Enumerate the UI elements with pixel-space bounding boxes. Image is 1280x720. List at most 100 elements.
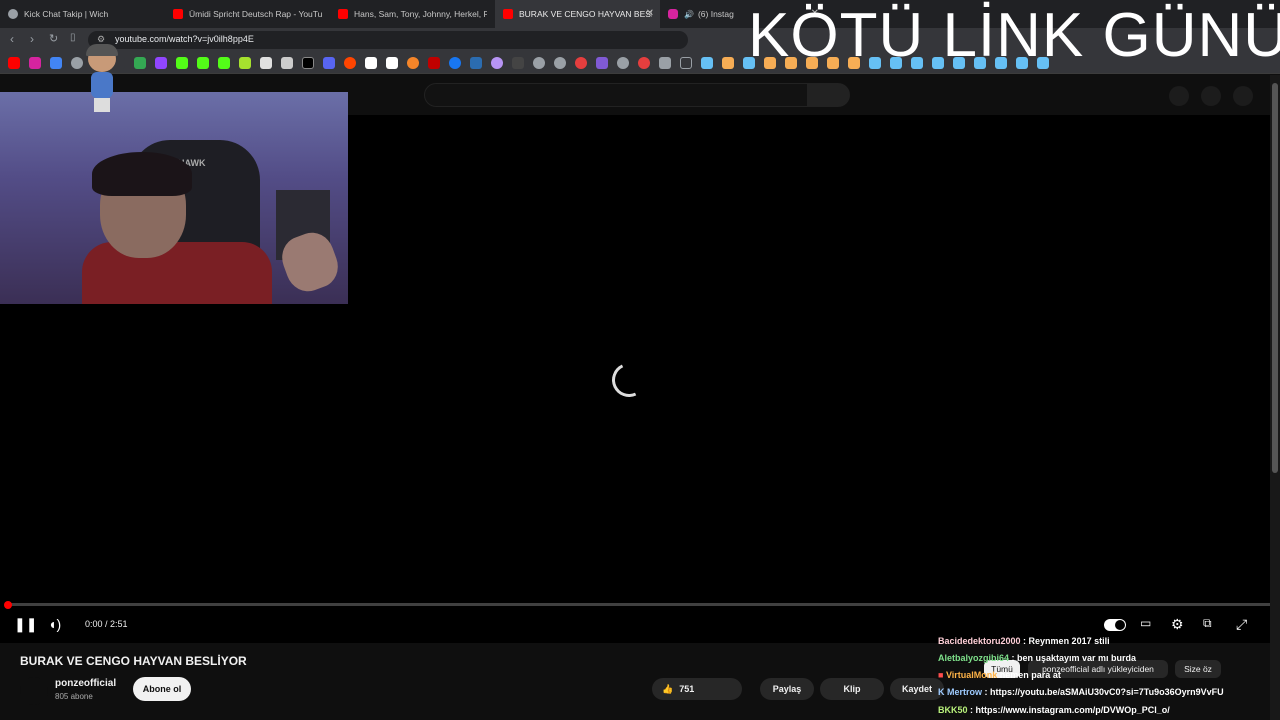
stream-overlay-title: KÖTÜ LİNK GÜNÜ <box>748 1 1280 70</box>
bookmark-item[interactable] <box>575 56 587 69</box>
bookmark-item[interactable] <box>596 56 608 69</box>
search-input[interactable] <box>424 83 808 107</box>
webcam-overlay: HAWK <box>0 92 348 304</box>
scrubber-handle[interactable] <box>4 601 12 609</box>
like-count: 751 <box>679 684 695 694</box>
bookmark-item[interactable] <box>365 56 377 69</box>
save-button[interactable]: Kaydet <box>890 678 944 700</box>
settings-gear-icon[interactable]: ⚙ <box>1171 616 1184 633</box>
avatar[interactable] <box>1233 86 1253 106</box>
time-display: 0:00 / 2:51 <box>85 619 128 629</box>
scrollbar-thumb[interactable] <box>1272 83 1278 473</box>
bookmark-item[interactable] <box>407 56 419 69</box>
bookmark-item[interactable] <box>386 56 398 69</box>
autoplay-toggle[interactable] <box>1104 619 1126 631</box>
loading-spinner-icon <box>607 358 651 402</box>
chat-text: https://youtu.be/aSMAiU30vC0?si=7Tu9o36O… <box>990 687 1224 697</box>
bookmark-item[interactable] <box>554 56 566 69</box>
scrollbar[interactable] <box>1270 75 1280 720</box>
notifications-icon[interactable] <box>1201 86 1221 106</box>
bookmark-item[interactable] <box>344 56 356 69</box>
browser-tab[interactable]: Ümidi Spricht Deutsch Rap - YouTube <box>165 0 330 28</box>
speaker-icon[interactable]: 🔊 <box>684 10 694 19</box>
bookmark-item[interactable] <box>659 56 671 69</box>
chat-message: Aletbalyozgibi64 : ben uşaktayım var mı … <box>938 653 1137 663</box>
subscribe-button[interactable]: Abone ol <box>133 677 191 701</box>
browser-tab[interactable]: Kick Chat Takip | Wich <box>0 0 165 28</box>
bookmark-item[interactable] <box>176 56 188 69</box>
chat-message: BKK50 : https://www.instagram.com/p/DVWO… <box>938 705 1170 715</box>
bookmark-icon[interactable]: ▯ <box>70 32 76 43</box>
close-tab-icon[interactable]: ✕ <box>646 8 654 19</box>
bookmark-item[interactable] <box>533 56 545 69</box>
chat-text: hemen para at <box>999 670 1061 680</box>
chat-message: Bacidedektoru2000 : Reynmen 2017 stili <box>938 636 1110 646</box>
chat-message: ■ VirtualMonk hemen para at <box>938 670 1061 680</box>
pause-icon[interactable]: ❚❚ <box>14 616 37 633</box>
bookmark-item[interactable] <box>71 56 83 69</box>
create-icon[interactable] <box>1169 86 1189 106</box>
kick-badge-icon: K <box>938 687 947 697</box>
bookmark-item[interactable] <box>512 56 524 69</box>
clip-button[interactable]: Klip <box>820 678 884 700</box>
bookmark-item[interactable] <box>218 56 230 69</box>
youtube-icon <box>173 9 183 19</box>
fullscreen-icon[interactable]: ⤢ <box>1236 616 1247 633</box>
tab-title: Hans, Sam, Tony, Johnny, Herkel, Fran <box>354 9 487 19</box>
address-bar[interactable]: ⚙ youtube.com/watch?v=jv0ilh8pp4E <box>88 31 688 49</box>
search-button[interactable] <box>808 83 850 107</box>
tab-title: BURAK VE CENGO HAYVAN BESL <box>519 9 652 19</box>
tab-title: Ümidi Spricht Deutsch Rap - YouTube <box>189 9 322 19</box>
chip-for-you[interactable]: Size öz <box>1175 660 1221 678</box>
bookmark-item[interactable] <box>491 56 503 69</box>
chat-username: Aletbalyozgibi64 <box>938 653 1010 663</box>
chat-username: Mertrow <box>947 687 983 697</box>
bookmark-item[interactable] <box>638 56 650 69</box>
reload-icon[interactable]: ↻ <box>49 32 58 45</box>
miniplayer-icon[interactable]: ⧉ <box>1203 616 1212 631</box>
streamer-hair <box>92 152 192 196</box>
chat-text: Reynmen 2017 stili <box>1028 636 1110 646</box>
url-text: youtube.com/watch?v=jv0ilh8pp4E <box>115 34 254 44</box>
chat-username: Bacidedektoru2000 <box>938 636 1021 646</box>
bookmark-item[interactable] <box>197 56 209 69</box>
chat-message: K Mertrow : https://youtu.be/aSMAiU30vC0… <box>938 687 1224 697</box>
bookmark-item[interactable] <box>323 56 335 69</box>
browser-tab[interactable]: Hans, Sam, Tony, Johnny, Herkel, Fran <box>330 0 495 28</box>
volume-icon[interactable]: ◖) <box>48 616 61 632</box>
browser-tab-active[interactable]: BURAK VE CENGO HAYVAN BESL ✕ <box>495 0 660 28</box>
channel-name[interactable]: ponzeofficial <box>55 678 116 689</box>
bookmark-item[interactable] <box>239 56 251 69</box>
bookmark-item[interactable] <box>722 56 734 69</box>
mascot-legs <box>94 98 110 112</box>
globe-icon <box>8 9 18 19</box>
chat-username: BKK50 <box>938 705 968 715</box>
bookmark-item[interactable] <box>134 56 146 69</box>
bookmark-item[interactable] <box>302 56 314 69</box>
bookmark-item[interactable] <box>29 56 41 69</box>
bookmark-item[interactable] <box>449 56 461 69</box>
forward-icon[interactable]: › <box>30 32 34 46</box>
bookmark-item[interactable] <box>701 56 713 69</box>
bookmark-item[interactable] <box>281 56 293 69</box>
youtube-icon <box>503 9 513 19</box>
bookmark-item[interactable] <box>50 56 62 69</box>
back-icon[interactable]: ‹ <box>10 32 14 46</box>
video-title: BURAK VE CENGO HAYVAN BESLİYOR <box>20 654 247 668</box>
folder-icon[interactable] <box>680 56 692 69</box>
bookmark-item[interactable] <box>428 56 440 69</box>
progress-bar[interactable] <box>8 603 1270 606</box>
instagram-icon <box>668 9 678 19</box>
subtitles-icon[interactable]: ▭ <box>1140 616 1151 630</box>
tab-title: (6) Instag <box>697 9 734 19</box>
bookmark-item[interactable] <box>470 56 482 69</box>
bookmark-item[interactable] <box>260 56 272 69</box>
channel-avatar[interactable] <box>20 677 48 705</box>
youtube-icon <box>338 9 348 19</box>
share-button[interactable]: Paylaş <box>760 678 814 700</box>
bookmark-item[interactable] <box>155 56 167 69</box>
bookmark-item[interactable] <box>8 56 20 69</box>
bookmark-item[interactable] <box>617 56 629 69</box>
chat-text: https://www.instagram.com/p/DVWOp_PCl_o/ <box>975 705 1170 715</box>
like-button[interactable]: 👍 751 <box>652 678 742 700</box>
